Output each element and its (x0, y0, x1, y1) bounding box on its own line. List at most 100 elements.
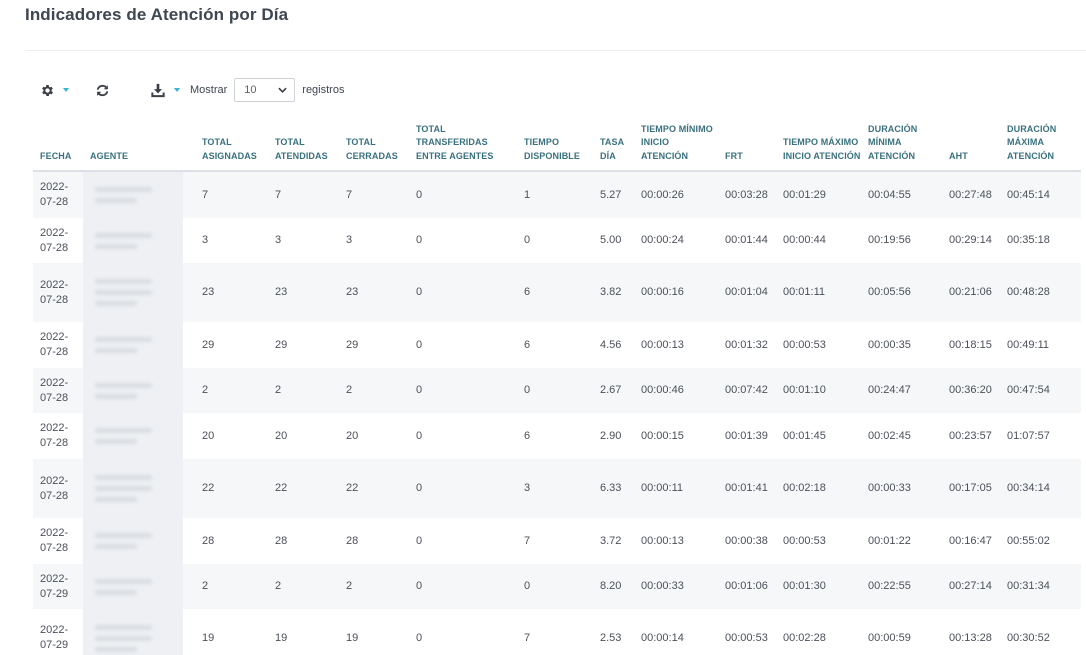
redaction-blur (95, 544, 137, 549)
cell-total-atendidas: 23 (268, 263, 339, 322)
cell-tasa-dia: 5.27 (593, 171, 634, 218)
header-tiempo-maximo[interactable]: TIEMPO MÁXIMO INICIO ATENCIÓN (776, 116, 861, 172)
cell-fecha: 2022- 07-28 (33, 322, 83, 368)
cell-duracion-maxima: 00:49:11 (1000, 322, 1081, 368)
cell-total-asignadas: 20 (195, 413, 268, 459)
header-duracion-minima[interactable]: DURACIÓN MÍNIMA ATENCIÓN (861, 116, 942, 172)
date-day-part: 07-28 (40, 437, 69, 449)
cell-tiempo-maximo: 00:01:10 (776, 368, 861, 413)
download-icon (151, 83, 165, 97)
cell-tasa-dia: 2.90 (593, 413, 634, 459)
cell-total-transferidas: 0 (409, 218, 517, 263)
cell-duracion-minima: 00:00:33 (861, 459, 942, 518)
refresh-button[interactable] (95, 83, 110, 98)
agent-name-redacted (83, 413, 183, 459)
cell-total-cerradas: 22 (339, 459, 409, 518)
cell-total-asignadas: 7 (195, 171, 268, 218)
redaction-blur (95, 187, 152, 192)
cell-agente (83, 609, 195, 655)
table-body: 2022- 07-28 7 7 7 0 1 5.27 00:00:26 00:03:28 00:01… (33, 171, 1081, 655)
cell-total-cerradas: 7 (339, 171, 409, 218)
cell-tiempo-disponible: 3 (517, 459, 593, 518)
cell-total-cerradas: 2 (339, 368, 409, 413)
date-year-part: 2022- (40, 181, 69, 193)
header-tasa-dia[interactable]: TASA DÍA (593, 116, 634, 172)
redaction-blur (95, 279, 152, 284)
redaction-blur (95, 198, 137, 203)
cell-agente (83, 368, 195, 413)
cell-duracion-maxima: 00:45:14 (1000, 171, 1081, 218)
date-day-part: 07-28 (40, 391, 69, 404)
cell-total-cerradas: 2 (339, 564, 409, 609)
cell-frt: 00:00:38 (718, 518, 776, 564)
header-total-asignadas[interactable]: TOTAL ASIGNADAS (195, 116, 268, 172)
cell-aht: 00:13:28 (942, 609, 1000, 655)
download-button[interactable] (150, 83, 180, 98)
cell-duracion-minima: 00:00:59 (861, 609, 942, 655)
cell-total-transferidas: 0 (409, 413, 517, 459)
cell-tiempo-disponible: 1 (517, 171, 593, 218)
cell-agente (83, 459, 195, 518)
cell-tiempo-disponible: 0 (517, 564, 593, 609)
redaction-blur (95, 589, 137, 595)
cell-agente (83, 518, 195, 564)
cell-frt: 00:01:44 (718, 218, 776, 263)
cell-total-asignadas: 19 (195, 609, 268, 655)
cell-agente (83, 322, 195, 368)
cell-duracion-maxima: 00:47:54 (1000, 368, 1081, 413)
date-year-part: 2022- (40, 474, 69, 487)
redaction-blur (95, 337, 152, 342)
date-year-part: 2022- (40, 624, 69, 636)
cell-tiempo-disponible: 6 (517, 413, 593, 459)
cell-aht: 00:27:14 (942, 564, 1000, 609)
cell-total-transferidas: 0 (409, 564, 517, 609)
cell-tiempo-maximo: 00:00:53 (776, 518, 861, 564)
cell-tiempo-minimo: 00:00:13 (634, 518, 718, 564)
date-year-part: 2022- (40, 572, 69, 585)
cell-duracion-minima: 00:01:22 (861, 518, 942, 564)
cell-total-cerradas: 28 (339, 518, 409, 564)
header-total-cerradas[interactable]: TOTAL CERRADAS (339, 116, 409, 172)
cell-aht: 00:36:20 (942, 368, 1000, 413)
header-total-transferidas[interactable]: TOTAL TRANSFERIDAS ENTRE AGENTES (409, 116, 517, 172)
header-agente[interactable]: AGENTE (83, 116, 195, 172)
cell-duracion-minima: 00:00:35 (861, 322, 942, 368)
header-tiempo-minimo[interactable]: TIEMPO MÍNIMO INICIO ATENCIÓN (634, 116, 718, 172)
cell-total-atendidas: 7 (268, 171, 339, 218)
header-total-atendidas[interactable]: TOTAL ATENDIDAS (268, 116, 339, 172)
cell-duracion-maxima: 00:30:52 (1000, 609, 1081, 655)
header-fecha[interactable]: FECHA (33, 116, 83, 172)
cell-total-transferidas: 0 (409, 459, 517, 518)
cell-total-transferidas: 0 (409, 609, 517, 655)
cell-aht: 00:23:57 (942, 413, 1000, 459)
redaction-blur (95, 428, 152, 433)
cell-tiempo-disponible: 6 (517, 322, 593, 368)
date-year-part: 2022- (40, 331, 69, 343)
settings-button[interactable] (40, 83, 69, 98)
cell-tasa-dia: 5.00 (593, 218, 634, 263)
cell-tiempo-minimo: 00:00:15 (634, 413, 718, 459)
cell-tiempo-maximo: 00:01:30 (776, 564, 861, 609)
cell-frt: 00:01:04 (718, 263, 776, 322)
cell-total-asignadas: 29 (195, 322, 268, 368)
cell-tiempo-minimo: 00:00:24 (634, 218, 718, 263)
show-label: Mostrar (190, 84, 228, 96)
header-frt[interactable]: FRT (718, 116, 776, 172)
cell-frt: 00:01:39 (718, 413, 776, 459)
cell-agente (83, 218, 195, 263)
cell-duracion-maxima: 01:07:57 (1000, 413, 1081, 459)
cell-frt: 00:01:41 (718, 459, 776, 518)
header-aht[interactable]: AHT (942, 116, 1000, 172)
redaction-blur (95, 439, 137, 444)
page-length-select[interactable]: 10 (234, 78, 296, 102)
cell-aht: 00:29:14 (942, 218, 1000, 263)
cell-frt: 00:00:53 (718, 609, 776, 655)
cell-tiempo-minimo: 00:00:11 (634, 459, 718, 518)
cell-tiempo-maximo: 00:01:45 (776, 413, 861, 459)
header-duracion-maxima[interactable]: DURACIÓN MÁXIMA ATENCIÓN (1000, 116, 1081, 172)
table-row: 2022- 07-28 2 2 2 0 0 2.67 00:00:46 00:07:42 00:01… (33, 368, 1081, 413)
redaction-blur (95, 232, 152, 238)
header-tiempo-disponible[interactable]: TIEMPO DISPONIBLE (517, 116, 593, 172)
date-day-part: 07-29 (40, 639, 69, 651)
download-dropdown-caret-icon (174, 88, 180, 92)
